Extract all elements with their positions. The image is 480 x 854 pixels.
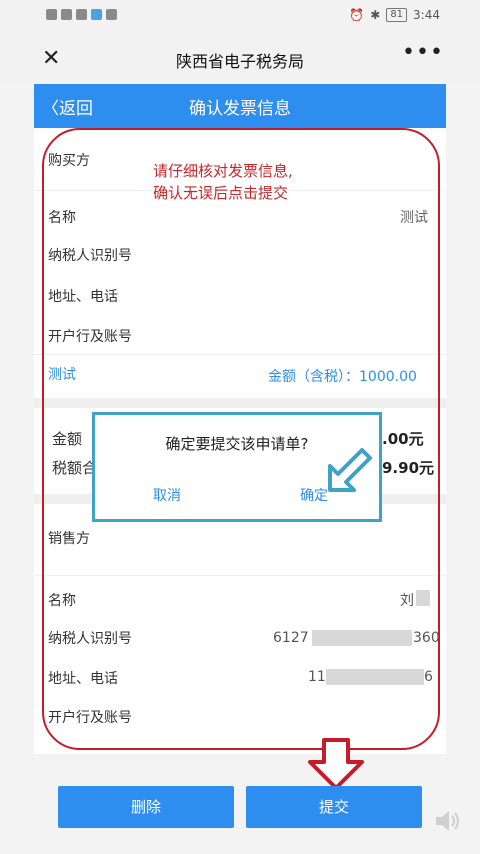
down-arrow-icon bbox=[308, 738, 364, 790]
annotation-line-1: 请仔细核对发票信息, bbox=[153, 162, 293, 180]
page-title: 确认发票信息 bbox=[189, 99, 291, 119]
app-icon bbox=[91, 9, 102, 20]
annotation-note: 请仔细核对发票信息, 确认无误后点击提交 bbox=[153, 160, 293, 204]
dialog-cancel-button[interactable]: 取消 bbox=[153, 485, 181, 505]
more-icon[interactable]: ••• bbox=[402, 40, 444, 65]
signal-icon bbox=[46, 9, 57, 20]
status-bar: ⏰ ✱ 81 3:44 bbox=[0, 0, 480, 34]
bluetooth-icon: ✱ bbox=[370, 8, 381, 22]
app-title-bar: ✕ 陕西省电子税务局 ••• bbox=[0, 34, 480, 84]
submit-button[interactable]: 提交 bbox=[246, 786, 422, 828]
speaker-icon bbox=[436, 811, 459, 831]
message-icon bbox=[76, 9, 87, 20]
status-icons-left bbox=[46, 9, 117, 20]
chat-icon bbox=[61, 9, 72, 20]
clock: 3:44 bbox=[413, 8, 440, 22]
alarm-icon: ⏰ bbox=[349, 8, 365, 22]
battery-indicator: 81 bbox=[386, 8, 408, 22]
annotation-line-2: 确认无误后点击提交 bbox=[153, 184, 289, 202]
cloud-icon bbox=[106, 9, 117, 20]
dialog-confirm-button[interactable]: 确定 bbox=[300, 485, 328, 505]
pointer-arrow-icon bbox=[328, 448, 372, 492]
status-icons-right: ⏰ ✱ 81 3:44 bbox=[349, 8, 440, 22]
page-header: 〈返回 确认发票信息 bbox=[34, 84, 446, 128]
delete-button[interactable]: 删除 bbox=[58, 786, 234, 828]
